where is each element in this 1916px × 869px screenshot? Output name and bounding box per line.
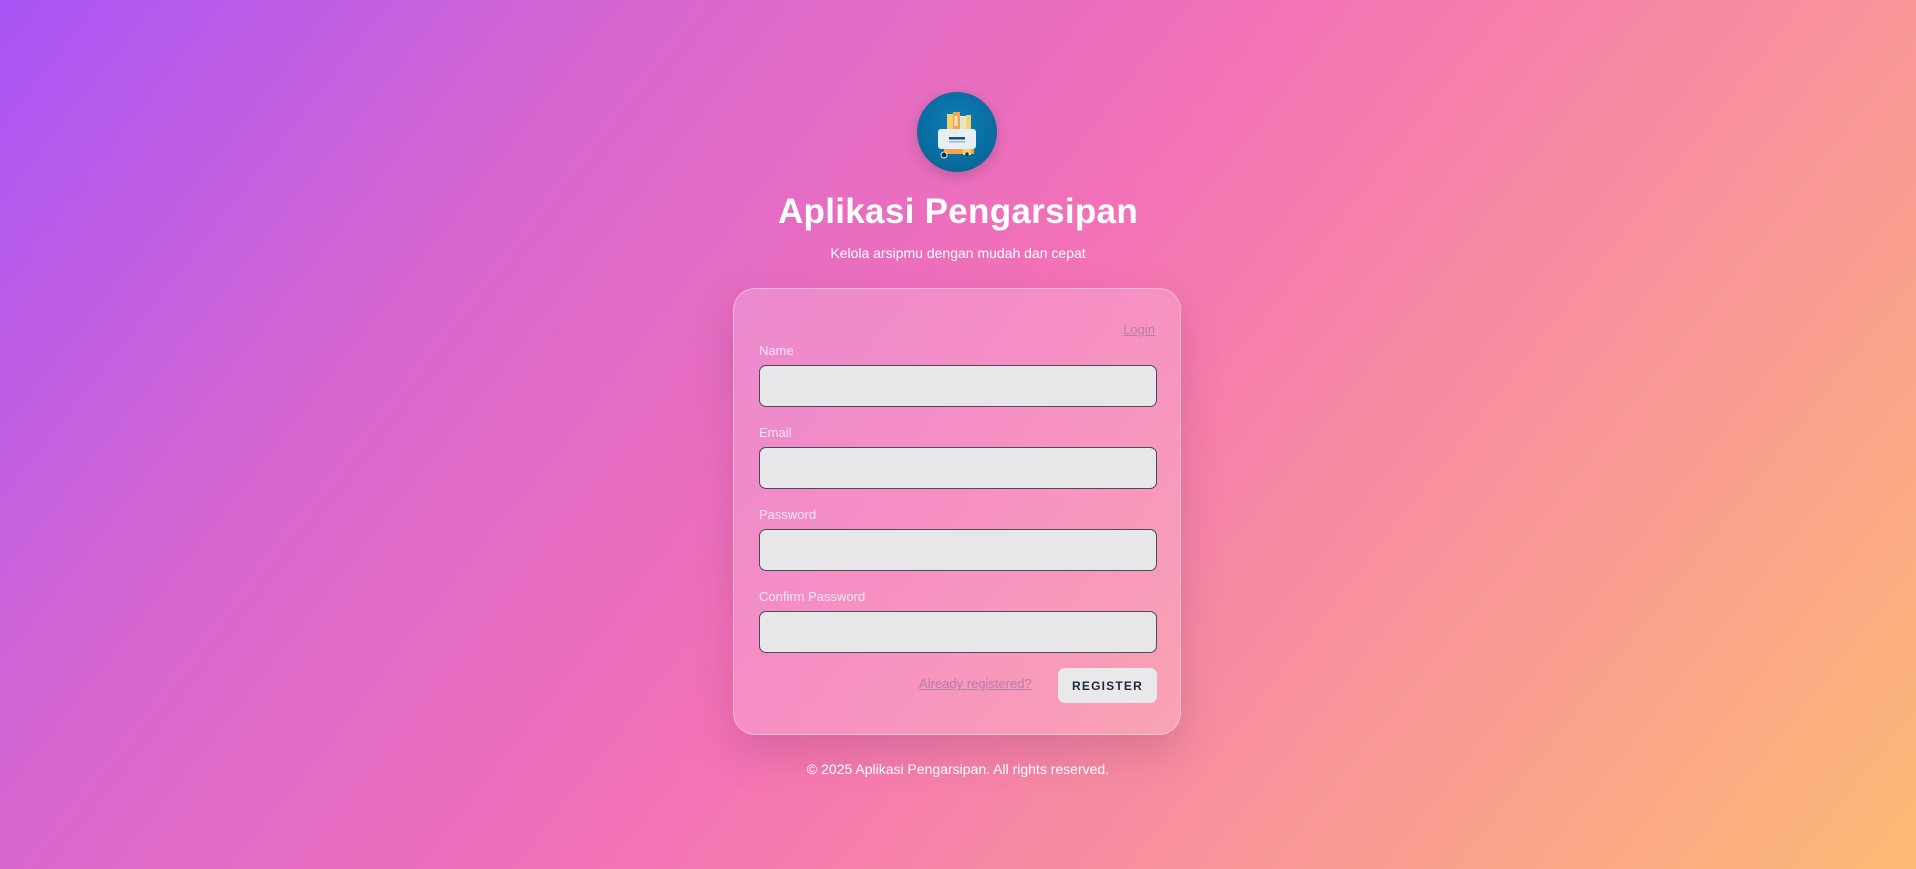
- password-input[interactable]: [759, 529, 1157, 571]
- email-label: Email: [759, 425, 792, 440]
- confirm-password-label: Confirm Password: [759, 589, 866, 604]
- footer-copyright: © 2025 Aplikasi Pengarsipan. All rights …: [806, 761, 1110, 777]
- login-link[interactable]: Login: [1123, 322, 1155, 337]
- email-input[interactable]: [759, 447, 1157, 489]
- register-page: Aplikasi Pengarsipan Kelola arsipmu deng…: [0, 0, 1916, 869]
- already-registered-link[interactable]: Already registered?: [919, 676, 1032, 691]
- password-label: Password: [759, 507, 817, 522]
- name-label: Name: [759, 343, 794, 358]
- app-subtitle: Kelola arsipmu dengan mudah dan cepat: [830, 245, 1086, 261]
- confirm-password-input[interactable]: [759, 611, 1157, 653]
- register-button[interactable]: REGISTER: [1058, 668, 1157, 703]
- name-input[interactable]: [759, 365, 1157, 407]
- archive-printer-icon: [938, 112, 976, 159]
- app-title: Aplikasi Pengarsipan: [777, 192, 1139, 231]
- app-logo: [917, 92, 997, 172]
- register-card: Login Name Email Password Confirm Passwo…: [733, 288, 1181, 735]
